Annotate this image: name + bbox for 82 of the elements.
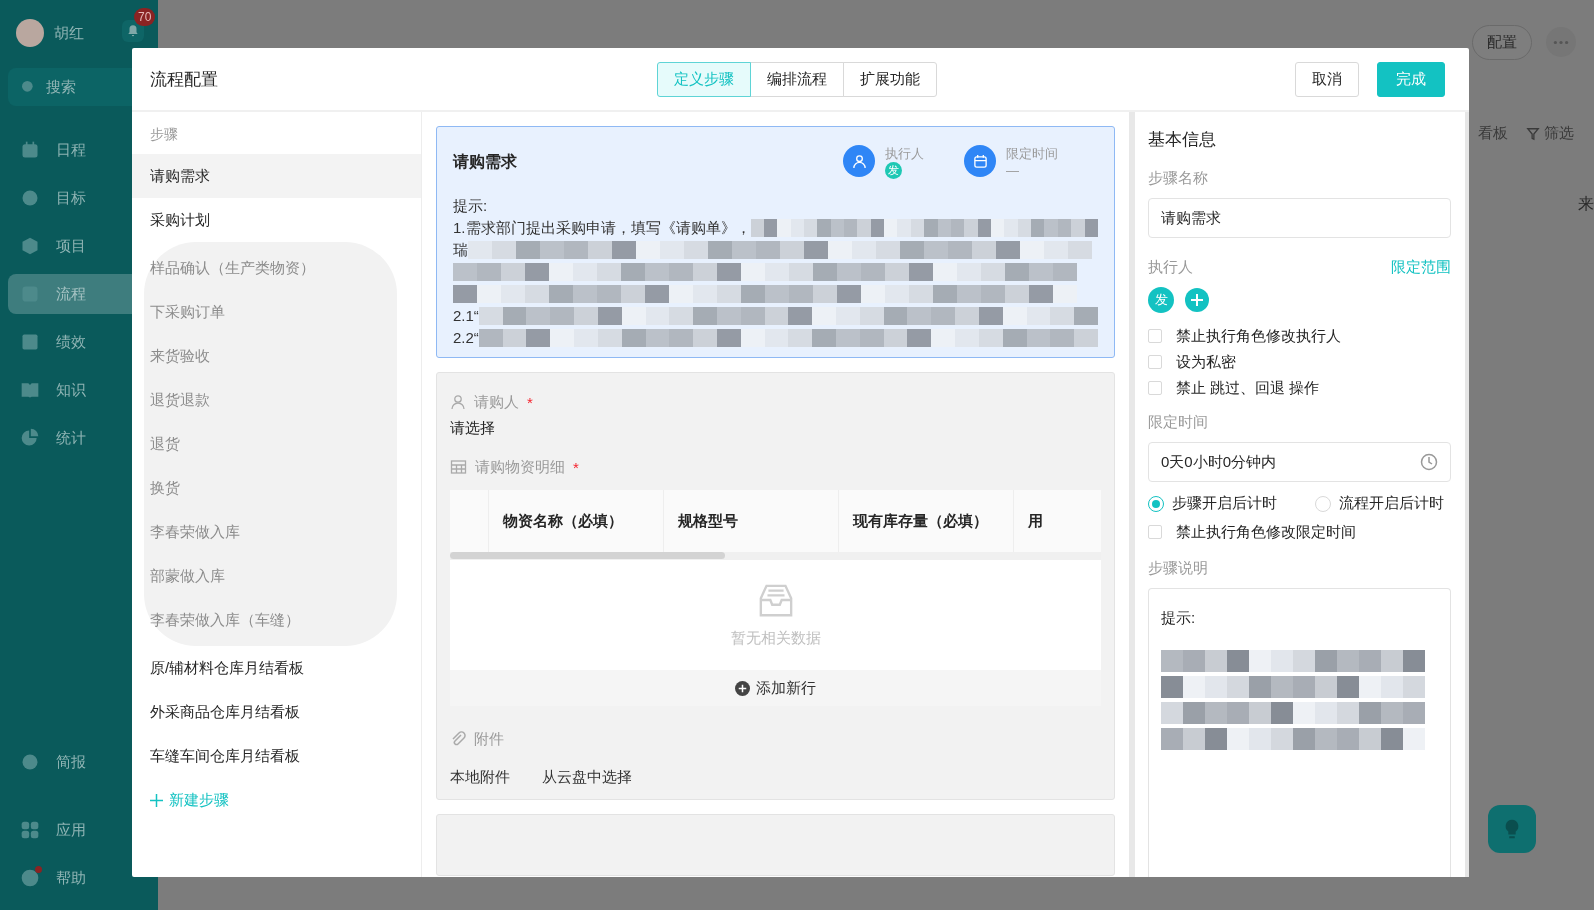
- hint-text: 提示:: [453, 196, 488, 216]
- tab[interactable]: 编排流程: [750, 61, 844, 97]
- field-label: 步骤说明: [1148, 559, 1208, 578]
- time-limit-field[interactable]: 0天0小时0分钟内: [1148, 442, 1451, 482]
- step-card[interactable]: 请购需求 执行人 发 限定时间 — 提示: 1.需求部门提出采购申请，填写《请购单》， 瑞 2.1“ 2.2“: [436, 126, 1115, 358]
- step-item[interactable]: 部蒙做入库: [144, 554, 397, 598]
- field-label: 执行人: [1148, 258, 1193, 277]
- person-icon: [450, 394, 466, 410]
- checkbox-label: 设为私密: [1176, 352, 1236, 372]
- step-item[interactable]: 请购需求: [132, 154, 421, 198]
- executor-avatar: 发: [885, 162, 902, 179]
- checkbox[interactable]: [1148, 355, 1162, 369]
- filter-icon: [1526, 126, 1540, 141]
- clock-icon: [1420, 453, 1438, 471]
- plus-icon: [150, 793, 163, 807]
- step-item[interactable]: 李春荣做入库: [144, 510, 397, 554]
- attachment-link[interactable]: 从云盘中选择: [542, 768, 632, 787]
- radio-option[interactable]: 步骤开启后计时: [1148, 494, 1277, 513]
- calendar-icon: [20, 140, 40, 160]
- paperclip-icon: [450, 731, 466, 747]
- user-name: 胡红: [54, 23, 84, 43]
- tab[interactable]: 定义步骤: [657, 61, 751, 97]
- field-label: 步骤名称: [1148, 169, 1208, 188]
- column-header: 来: [1578, 194, 1594, 214]
- pie-chart-icon: [20, 428, 40, 448]
- plus-circle-icon: [735, 680, 750, 696]
- cancel-button[interactable]: 取消: [1295, 61, 1359, 97]
- config-button[interactable]: 配置: [1472, 24, 1532, 60]
- section-title: 基本信息: [1148, 129, 1216, 151]
- select-field[interactable]: 请选择: [450, 419, 495, 438]
- hint-text: 2.1“: [453, 306, 479, 326]
- required-mark: *: [573, 458, 579, 476]
- apps-icon: [20, 820, 40, 840]
- hint-text: 2.2“: [453, 328, 479, 348]
- attachment-link[interactable]: 本地附件: [450, 768, 510, 787]
- description-field[interactable]: 提示:: [1148, 588, 1451, 877]
- notification-badge: 70: [134, 8, 156, 26]
- time-limit-value: —: [1006, 162, 1020, 179]
- step-item[interactable]: 外采商品仓库月结看板: [132, 690, 421, 734]
- view-button[interactable]: 看板: [1478, 124, 1508, 143]
- add-executor-button[interactable]: [1184, 287, 1210, 313]
- limit-scope-link[interactable]: 限定范围: [1391, 258, 1451, 277]
- required-mark: *: [527, 393, 533, 411]
- checkbox[interactable]: [1148, 329, 1162, 343]
- step-item[interactable]: 换货: [144, 466, 397, 510]
- more-icon[interactable]: [1546, 27, 1576, 57]
- tab[interactable]: 扩展功能: [843, 61, 937, 97]
- field-label: 请购人: [474, 392, 519, 412]
- checkbox-label: 禁止执行角色修改执行人: [1176, 326, 1341, 346]
- view-button[interactable]: 筛选: [1526, 124, 1574, 143]
- table-icon: [450, 460, 467, 474]
- scrollbar-thumb[interactable]: [450, 552, 725, 559]
- book-icon: [20, 380, 40, 400]
- executor-avatar: 发: [1148, 287, 1174, 313]
- nav-item[interactable]: 帮助: [8, 858, 150, 898]
- step-item[interactable]: 李春荣做入库（车缝）: [144, 598, 397, 642]
- step-name-field[interactable]: 请购需求: [1148, 198, 1451, 238]
- checkbox-label: 禁止 跳过、回退 操作: [1176, 378, 1320, 398]
- step-item[interactable]: 原/辅材料仓库月结看板: [132, 646, 421, 690]
- step-title: 请购需求: [453, 151, 517, 172]
- executor-label: 执行人: [885, 145, 924, 162]
- field-label: 限定时间: [1148, 413, 1208, 432]
- calendar-icon: [964, 145, 996, 177]
- lightbulb-button[interactable]: [1488, 805, 1536, 853]
- dialog-title: 流程配置: [150, 68, 219, 91]
- time-limit-label: 限定时间: [1006, 145, 1058, 162]
- done-button[interactable]: 完成: [1377, 61, 1445, 97]
- radio-option[interactable]: 流程开启后计时: [1315, 494, 1444, 513]
- user-icon: [843, 145, 875, 177]
- section-heading: 步骤: [149, 126, 179, 144]
- cube-icon: [20, 236, 40, 256]
- checkbox[interactable]: [1148, 381, 1162, 395]
- checkbox[interactable]: [1148, 525, 1162, 539]
- hint-text: 瑞: [453, 240, 468, 260]
- checkbox-label: 禁止执行角色修改限定时间: [1176, 522, 1356, 542]
- empty-text: 暂无相关数据: [730, 628, 821, 648]
- field-label: 请购物资明细: [475, 457, 565, 477]
- field-label: 附件: [474, 729, 504, 749]
- description-text: 提示:: [1161, 609, 1197, 628]
- bell-icon[interactable]: [122, 20, 144, 42]
- avatar: [16, 19, 44, 47]
- hint-text: 1.需求部门提出采购申请，填写《请购单》，: [453, 218, 751, 238]
